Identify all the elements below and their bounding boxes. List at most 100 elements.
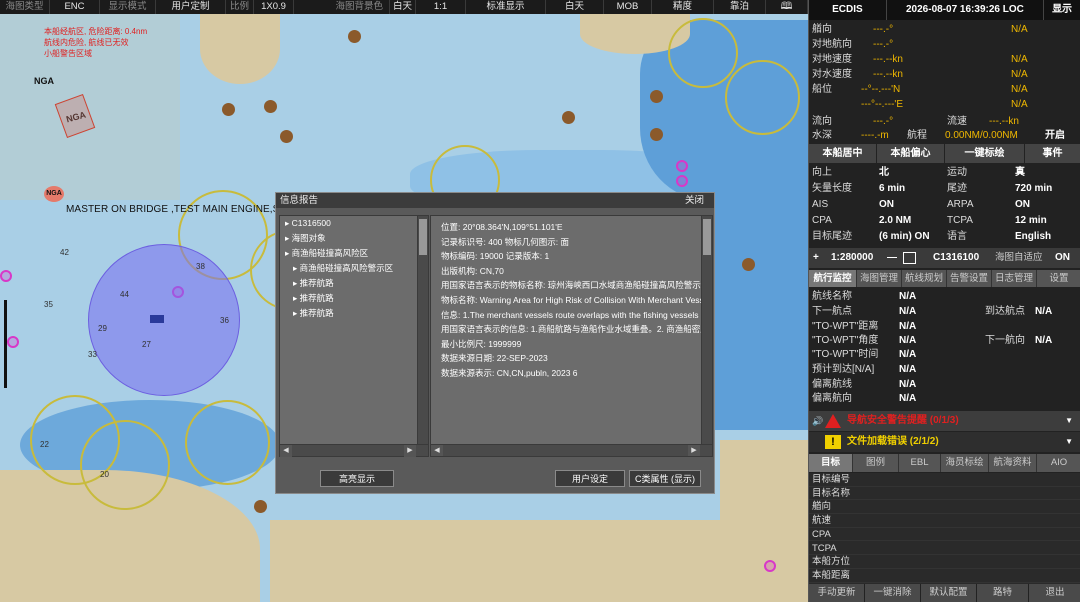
chart-frame-icon[interactable]: [903, 252, 916, 264]
zoom-in-button[interactable]: +: [813, 248, 819, 268]
book-icon[interactable]: 🕮: [766, 0, 808, 14]
own-ship-icon[interactable]: [150, 315, 164, 323]
depth-sounding: 29: [98, 324, 107, 333]
trail-value[interactable]: 720 min: [1015, 181, 1052, 196]
log-toggle[interactable]: 开启: [1045, 128, 1065, 143]
buoy-marker[interactable]: [348, 30, 361, 43]
target-trail-value[interactable]: (6 min) ON: [879, 229, 930, 244]
scale-button[interactable]: 1X0.9: [254, 0, 294, 14]
chevron-down-icon[interactable]: ▼: [1065, 432, 1073, 452]
buoy-marker[interactable]: [742, 258, 755, 271]
scroll-thumb[interactable]: [703, 219, 711, 255]
tree-scrollbar[interactable]: [417, 216, 428, 444]
exit-button[interactable]: 退出: [1029, 584, 1080, 602]
buoy-marker[interactable]: [650, 128, 663, 141]
default-config-button[interactable]: 默认配置: [921, 584, 977, 602]
detail-scrollbar[interactable]: [701, 216, 712, 444]
settings-row: 矢量长度 6 min 尾迹 720 min: [809, 181, 1080, 196]
tab-nav-monitor[interactable]: 航行监控: [809, 270, 857, 287]
buoy-marker[interactable]: [264, 100, 277, 113]
magenta-symbol[interactable]: [7, 336, 19, 348]
vector-value[interactable]: 6 min: [879, 181, 905, 196]
tab-ebl[interactable]: EBL: [899, 454, 941, 472]
tab-log-manage[interactable]: 日志管理: [992, 270, 1037, 287]
tab-settings[interactable]: 设置: [1037, 270, 1080, 287]
center-ship-button[interactable]: 本船居中: [809, 144, 877, 164]
ratio-button[interactable]: 1:1: [416, 0, 466, 14]
buoy-marker[interactable]: [280, 130, 293, 143]
orientation-value[interactable]: 北: [879, 165, 889, 180]
berthing-button[interactable]: 靠泊: [714, 0, 766, 14]
event-button[interactable]: 事件: [1025, 144, 1080, 164]
detail-hscrollbar[interactable]: ◀ ▶: [431, 444, 712, 456]
mob-button[interactable]: MOB: [604, 0, 652, 14]
quick-plot-button[interactable]: 一键标绘: [945, 144, 1025, 164]
scroll-right-icon[interactable]: ▶: [404, 445, 416, 457]
tree-node[interactable]: ▸ 推荐航路: [280, 291, 428, 306]
magenta-symbol[interactable]: [676, 175, 688, 187]
motion-value[interactable]: 真: [1015, 165, 1025, 180]
tree-node[interactable]: ▸ 推荐航路: [280, 276, 428, 291]
magenta-symbol[interactable]: [0, 270, 12, 282]
route-button[interactable]: 路特: [977, 584, 1029, 602]
arpa-value[interactable]: ON: [1015, 197, 1030, 212]
depth-sounding: 42: [60, 248, 69, 257]
c-attribute-button[interactable]: C类属性 (显示): [629, 470, 701, 487]
chevron-down-icon[interactable]: ▼: [1065, 411, 1073, 431]
tree-hscrollbar[interactable]: ◀ ▶: [280, 444, 428, 457]
auto-fit-value[interactable]: ON: [1055, 248, 1070, 268]
tree-node[interactable]: ▸ 商渔船碰撞高风险区: [280, 246, 428, 261]
tcpa-value[interactable]: 12 min: [1015, 213, 1047, 228]
accuracy-button[interactable]: 精度: [652, 0, 714, 14]
tab-mariner-plot[interactable]: 海员标绘: [941, 454, 989, 472]
scroll-thumb[interactable]: [419, 219, 427, 255]
ais-value[interactable]: ON: [879, 197, 894, 212]
magenta-symbol[interactable]: [764, 560, 776, 572]
highlight-button[interactable]: 高亮显示: [320, 470, 394, 487]
chart-type-button[interactable]: ENC: [50, 0, 100, 14]
scroll-left-icon[interactable]: ◀: [280, 445, 292, 457]
offset-ship-button[interactable]: 本船偏心: [877, 144, 945, 164]
palette-button[interactable]: 白天: [390, 0, 416, 14]
magenta-symbol[interactable]: [676, 160, 688, 172]
scroll-left-icon[interactable]: ◀: [431, 445, 443, 456]
target-info-list: 目标编号 目标名称 艏向 航速 CPA TCPA 本船方位 本船距离: [809, 473, 1080, 584]
chart-display[interactable]: NGA NGA NGA 本船经航区, 危险距离: 0.4nm 航线内危险, 航线…: [0, 0, 808, 602]
clear-all-button[interactable]: 一键消除: [865, 584, 921, 602]
tab-target[interactable]: 目标: [809, 454, 853, 472]
risk-zone-circle[interactable]: [88, 244, 240, 396]
zoom-out-button[interactable]: —: [887, 248, 897, 268]
ship-buttons: 本船居中 本船偏心 一键标绘 事件: [809, 144, 1080, 164]
tab-route-plan[interactable]: 航线规划: [902, 270, 947, 287]
tree-node[interactable]: ▸ C1316500: [280, 216, 428, 231]
display-mode-button[interactable]: 用户定制: [156, 0, 226, 14]
tab-alarm-settings[interactable]: 告警设置: [947, 270, 992, 287]
buoy-marker[interactable]: [254, 500, 267, 513]
day-button[interactable]: 白天: [546, 0, 604, 14]
cpa-value[interactable]: 2.0 NM: [879, 213, 911, 228]
manual-update-button[interactable]: 手动更新: [809, 584, 865, 602]
tab-nautical-info[interactable]: 航海资料: [989, 454, 1037, 472]
field-label: 偏离航线: [812, 379, 852, 390]
field-value: N/A: [899, 349, 917, 360]
user-settings-button[interactable]: 用户设定: [555, 470, 625, 487]
scroll-right-icon[interactable]: ▶: [688, 445, 700, 456]
display-button[interactable]: 显示: [1044, 0, 1080, 20]
standard-display-button[interactable]: 标准显示: [466, 0, 546, 14]
buoy-marker[interactable]: [650, 90, 663, 103]
land-area: [720, 440, 808, 602]
file-load-alert[interactable]: ! 文件加载错误 (2/1/2) ▼: [809, 432, 1080, 452]
buoy-marker[interactable]: [562, 111, 575, 124]
language-value[interactable]: English: [1015, 229, 1051, 244]
tab-aio[interactable]: AIO: [1037, 454, 1080, 472]
buoy-marker[interactable]: [222, 103, 235, 116]
tree-node[interactable]: ▸ 推荐航路: [280, 306, 428, 321]
close-button[interactable]: 关闭: [685, 193, 704, 208]
warning-icon: !: [825, 435, 841, 449]
tab-chart-manage[interactable]: 海图管理: [857, 270, 902, 287]
tree-node[interactable]: ▸ 海图对象: [280, 231, 428, 246]
nav-safety-alert[interactable]: 🔊 导航安全警告提醒 (0/1/3) ▼: [809, 411, 1080, 431]
tree-node[interactable]: ▸ 商渔船碰撞高风险警示区: [280, 261, 428, 276]
heading-row: 艏向 ---.-° N/A: [809, 22, 1080, 37]
tab-legend[interactable]: 图例: [853, 454, 899, 472]
